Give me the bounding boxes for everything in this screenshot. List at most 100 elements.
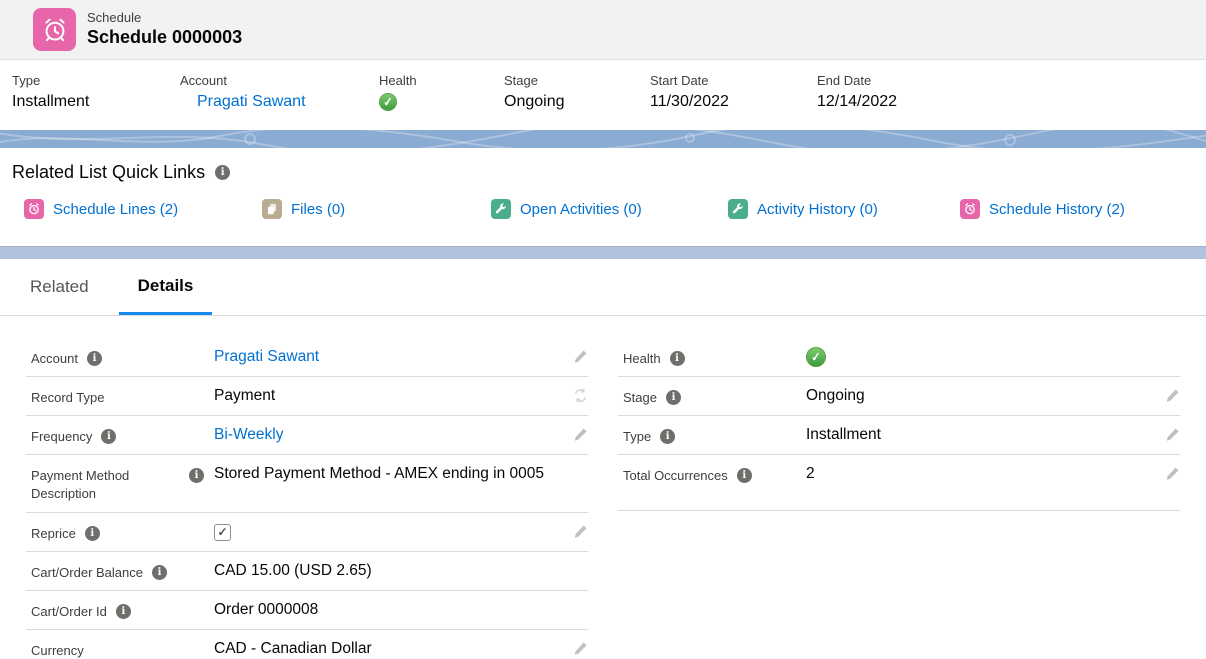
field-row-account: Account i Pragati Sawant bbox=[26, 338, 588, 377]
highlights-panel: Type Installment Account Pragati Sawant … bbox=[0, 60, 1206, 130]
alarm-clock-icon bbox=[24, 199, 44, 219]
highlight-stage-label: Stage bbox=[504, 73, 650, 88]
pencil-icon bbox=[1165, 466, 1180, 481]
edit-total-occurrences-button[interactable] bbox=[1158, 463, 1180, 486]
edit-type-button[interactable] bbox=[1158, 424, 1180, 447]
account-link[interactable]: Pragati Sawant bbox=[214, 348, 319, 365]
tab-details[interactable]: Details bbox=[119, 259, 213, 315]
highlight-start-date-label: Start Date bbox=[650, 73, 817, 88]
field-row-stage: Stage i Ongoing bbox=[618, 377, 1180, 416]
highlight-health-label: Health bbox=[379, 73, 504, 88]
reprice-checkbox[interactable] bbox=[214, 524, 231, 541]
field-label: Type bbox=[623, 428, 651, 446]
alarm-clock-icon bbox=[960, 199, 980, 219]
field-label: Health bbox=[623, 350, 661, 368]
page-header: Schedule Schedule 0000003 bbox=[0, 0, 1206, 60]
field-row-cart-order-id: Cart/Order Id i Order 0000008 bbox=[26, 591, 588, 630]
quick-link-label[interactable]: Files (0) bbox=[291, 201, 345, 218]
field-label: Reprice bbox=[31, 525, 76, 543]
wrench-icon bbox=[491, 199, 511, 219]
quick-link-schedule-history[interactable]: Schedule History (2) bbox=[960, 199, 1125, 219]
field-label: Total Occurrences bbox=[623, 467, 728, 485]
quick-link-label[interactable]: Schedule History (2) bbox=[989, 201, 1125, 218]
field-row-currency: Currency CAD - Canadian Dollar bbox=[26, 630, 588, 659]
quick-link-files[interactable]: Files (0) bbox=[262, 199, 345, 219]
field-row-total-occurrences: Total Occurrences i 2 bbox=[618, 455, 1180, 511]
highlight-stage-value: Ongoing bbox=[504, 93, 650, 111]
field-label: Record Type bbox=[31, 389, 104, 407]
field-row-reprice: Reprice i bbox=[26, 513, 588, 552]
highlight-end-date-label: End Date bbox=[817, 73, 1017, 88]
info-icon[interactable]: i bbox=[660, 429, 675, 444]
type-value: Installment bbox=[806, 424, 1158, 446]
payment-method-description-value: Stored Payment Method - AMEX ending in 0… bbox=[214, 463, 566, 485]
edit-reprice-button[interactable] bbox=[566, 521, 588, 544]
info-icon[interactable]: i bbox=[666, 390, 681, 405]
field-row-payment-method-description: Payment Method Description i Stored Paym… bbox=[26, 455, 588, 513]
edit-currency-button[interactable] bbox=[566, 638, 588, 659]
details-form: Account i Pragati Sawant Record Type Pay… bbox=[0, 316, 1206, 659]
record-type-value: Payment bbox=[214, 385, 566, 407]
schedule-entity-icon bbox=[33, 8, 76, 51]
details-card: Related Details Account i Pragati Sawant… bbox=[0, 259, 1206, 659]
field-row-health: Health i bbox=[618, 338, 1180, 377]
cart-order-balance-value: CAD 15.00 (USD 2.65) bbox=[214, 560, 566, 582]
tab-related[interactable]: Related bbox=[28, 259, 91, 315]
background-band bbox=[0, 246, 1206, 259]
info-icon[interactable]: i bbox=[670, 351, 685, 366]
page-title: Schedule 0000003 bbox=[87, 26, 242, 49]
related-list-quick-links-card: Related List Quick Links i Schedule Line… bbox=[0, 148, 1206, 246]
field-label: Frequency bbox=[31, 428, 92, 446]
pencil-icon bbox=[573, 349, 588, 364]
field-label: Payment Method Description bbox=[31, 467, 189, 502]
info-icon[interactable]: i bbox=[101, 429, 116, 444]
details-left-column: Account i Pragati Sawant Record Type Pay… bbox=[26, 338, 588, 659]
health-check-icon bbox=[379, 93, 397, 111]
pencil-icon bbox=[1165, 427, 1180, 442]
stage-value: Ongoing bbox=[806, 385, 1158, 407]
edit-frequency-button[interactable] bbox=[566, 424, 588, 447]
field-label: Cart/Order Balance bbox=[31, 564, 143, 582]
tab-bar: Related Details bbox=[0, 259, 1206, 316]
frequency-link[interactable]: Bi-Weekly bbox=[214, 426, 283, 443]
wrench-icon bbox=[728, 199, 748, 219]
pencil-icon bbox=[573, 641, 588, 656]
change-record-type-button[interactable] bbox=[566, 385, 588, 408]
pencil-icon bbox=[1165, 388, 1180, 403]
quick-link-activity-history[interactable]: Activity History (0) bbox=[728, 199, 878, 219]
cart-order-id-value: Order 0000008 bbox=[214, 599, 566, 621]
info-icon[interactable]: i bbox=[85, 526, 100, 541]
info-icon[interactable]: i bbox=[152, 565, 167, 580]
health-check-icon bbox=[806, 347, 826, 367]
field-label: Stage bbox=[623, 389, 657, 407]
account-link[interactable]: Pragati Sawant bbox=[197, 93, 306, 110]
pencil-icon bbox=[573, 427, 588, 442]
alarm-clock-icon bbox=[41, 16, 69, 44]
edit-stage-button[interactable] bbox=[1158, 385, 1180, 408]
info-icon[interactable]: i bbox=[87, 351, 102, 366]
info-icon[interactable]: i bbox=[215, 165, 230, 180]
highlight-type-value: Installment bbox=[12, 93, 180, 111]
highlight-account-label: Account bbox=[180, 73, 379, 88]
change-record-type-icon bbox=[573, 388, 588, 403]
info-icon[interactable]: i bbox=[189, 468, 204, 483]
quick-links-title: Related List Quick Links bbox=[12, 162, 205, 183]
field-label: Currency bbox=[31, 642, 84, 659]
info-icon[interactable]: i bbox=[116, 604, 131, 619]
edit-account-button[interactable] bbox=[566, 346, 588, 369]
quick-link-schedule-lines[interactable]: Schedule Lines (2) bbox=[24, 199, 178, 219]
quick-link-label[interactable]: Open Activities (0) bbox=[520, 201, 642, 218]
details-right-column: Health i Stage i Ongoing Type bbox=[618, 338, 1180, 659]
info-icon[interactable]: i bbox=[737, 468, 752, 483]
field-row-cart-order-balance: Cart/Order Balance i CAD 15.00 (USD 2.65… bbox=[26, 552, 588, 591]
quick-link-label[interactable]: Schedule Lines (2) bbox=[53, 201, 178, 218]
field-label: Cart/Order Id bbox=[31, 603, 107, 621]
quick-link-open-activities[interactable]: Open Activities (0) bbox=[491, 199, 642, 219]
file-copy-icon bbox=[262, 199, 282, 219]
total-occurrences-value: 2 bbox=[806, 463, 1158, 485]
object-label: Schedule bbox=[87, 10, 242, 26]
background-band bbox=[0, 130, 1206, 148]
quick-link-label[interactable]: Activity History (0) bbox=[757, 201, 878, 218]
wave-pattern bbox=[0, 130, 1206, 148]
pencil-icon bbox=[573, 524, 588, 539]
